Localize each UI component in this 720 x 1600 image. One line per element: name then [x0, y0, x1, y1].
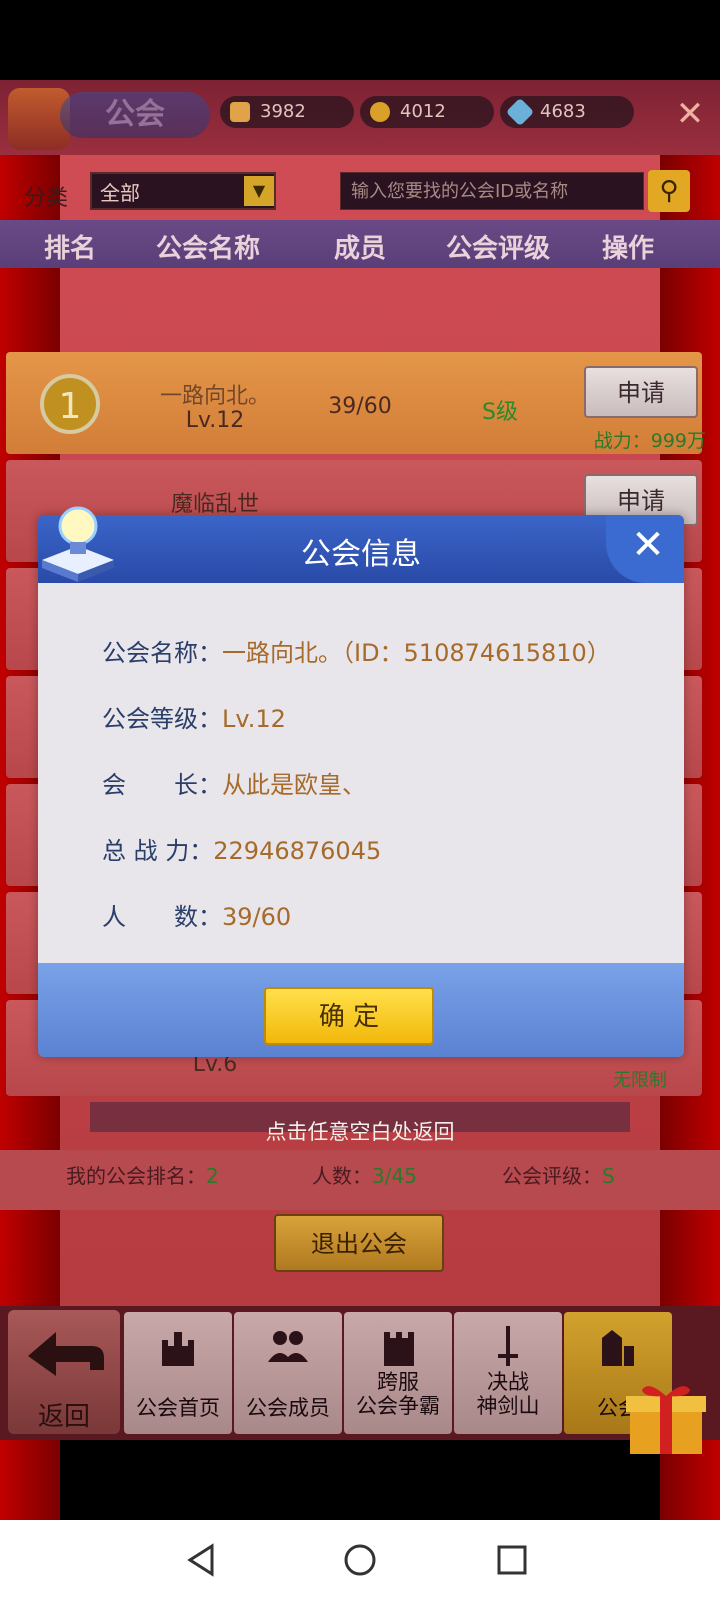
rank-medal: 1 [40, 374, 100, 434]
apply-button[interactable]: 申请 [584, 366, 698, 418]
header-rank: 排名 [44, 234, 97, 264]
info-guild-level: 公会等级：Lv.12 [102, 705, 286, 733]
gift-icon[interactable] [624, 1380, 708, 1456]
exit-guild-button[interactable]: 退出公会 [274, 1214, 444, 1272]
my-guild-count: 人数：3/45 [312, 1164, 417, 1188]
close-icon[interactable]: ✕ [668, 92, 712, 136]
nav-label: 跨服 公会争霸 [356, 1370, 440, 1418]
battle-tower-icon [384, 1332, 414, 1366]
my-guild-grade: 公会评级：S [502, 1164, 615, 1188]
nav-label: 公会成员 [246, 1396, 330, 1420]
nav-guild-home[interactable]: 公会首页 [124, 1312, 232, 1434]
info-guild-leader: 会 长：从此是欧皇、 [102, 771, 366, 799]
header-grade: 公会评级 [446, 234, 551, 264]
members-icon [268, 1331, 308, 1362]
nav-sword-mountain[interactable]: 决战 神剑山 [454, 1312, 562, 1434]
coin-icon [370, 102, 390, 122]
guild-title-tab: 公会 [60, 92, 210, 138]
back-arrow-icon [28, 1332, 104, 1376]
confirm-button[interactable]: 确 定 [264, 987, 434, 1045]
guild-name: 魔临乱世 [170, 492, 259, 517]
header-members: 成员 [334, 234, 387, 264]
info-guild-members: 人 数：39/60 [102, 903, 292, 931]
nav-label: 公会首页 [136, 1396, 220, 1420]
filter-label: 分类 [24, 186, 69, 211]
nav-guild-members[interactable]: 公会成员 [234, 1312, 342, 1434]
nav-cross-server-battle[interactable]: 跨服 公会争霸 [344, 1312, 452, 1434]
back-label: 返回 [37, 1402, 90, 1432]
sword-icon [498, 1326, 518, 1366]
guild-building-icon [602, 1330, 634, 1366]
return-hint: 点击任意空白处返回 [265, 1120, 455, 1144]
crystal-icon [505, 97, 535, 127]
castle-icon [162, 1332, 194, 1366]
home-circle-icon[interactable] [342, 1542, 378, 1578]
header-action: 操作 [602, 234, 655, 264]
header-name: 公会名称 [156, 234, 261, 264]
resource-crystal: 4683 [500, 96, 634, 128]
gem-icon [230, 102, 250, 122]
lightbulb-icon [42, 506, 114, 582]
info-guild-name: 公会名称：一路向北。（ID：510874615810） [102, 639, 611, 667]
guild-members: 39/60 [328, 394, 392, 419]
guild-join-condition: 无限制 [613, 1070, 667, 1091]
close-icon[interactable]: ✕ [626, 523, 670, 567]
nav-label: 决战 神剑山 [476, 1370, 540, 1418]
guild-level: Lv.12 [185, 408, 245, 433]
system-nav-bar [0, 1520, 720, 1600]
guild-name: 一路向北。 [159, 384, 270, 409]
guild-power: 战力：999万 [593, 430, 706, 452]
resource-coin-value: 4012 [400, 101, 446, 122]
resource-coin: 4012 [360, 96, 494, 128]
guild-grade: S级 [482, 400, 518, 425]
my-guild-rank: 我的公会排名：2 [66, 1164, 219, 1188]
resource-crystal-value: 4683 [540, 101, 586, 122]
search-icon[interactable]: ⚲ [648, 170, 690, 212]
info-guild-power: 总 战 力：22946876045 [102, 837, 382, 865]
resource-gem-value: 3982 [260, 101, 306, 122]
dialog-title: 公会信息 [301, 537, 421, 572]
guild-info-dialog: 公会信息 ✕ 公会名称：一路向北。（ID：510874615810） 公会等级：… [38, 515, 684, 1057]
back-triangle-icon[interactable] [184, 1542, 220, 1578]
resource-gem: 3982 [220, 96, 354, 128]
recents-square-icon[interactable] [494, 1542, 530, 1578]
chevron-down-icon[interactable]: ▼ [244, 176, 274, 206]
search-input[interactable]: 输入您要找的公会ID或名称 [340, 172, 644, 210]
